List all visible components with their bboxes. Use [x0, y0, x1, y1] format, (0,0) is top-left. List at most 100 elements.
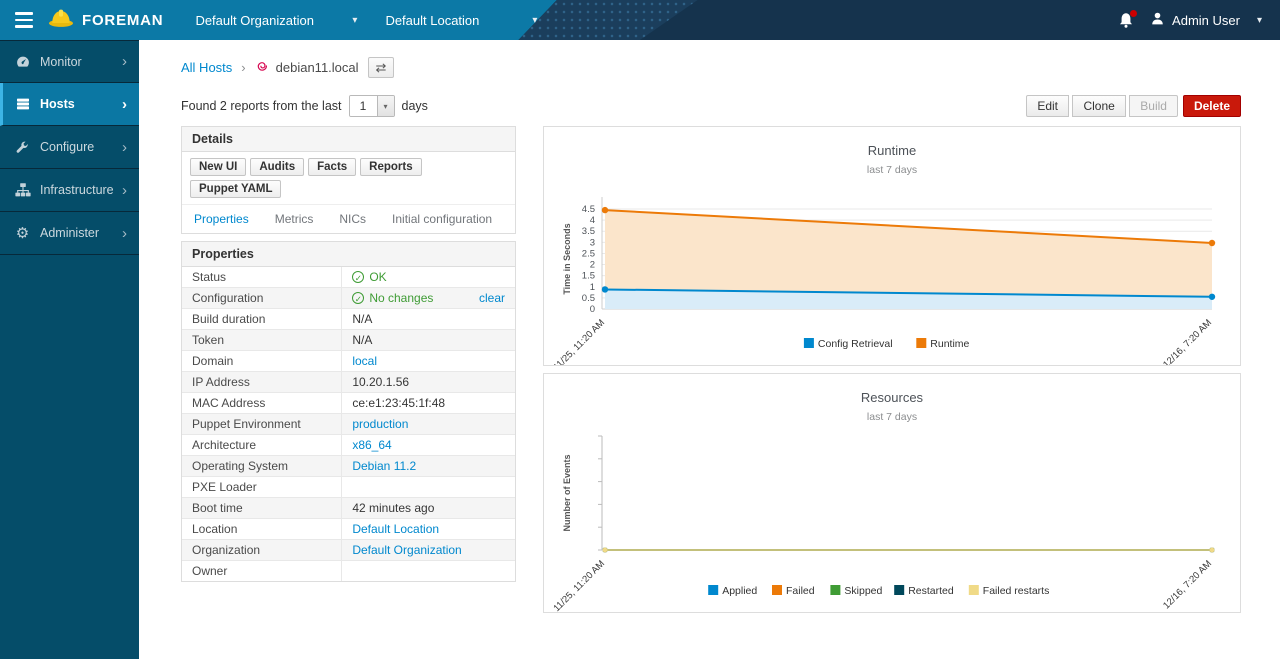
check-circle-icon: ✓	[352, 271, 364, 283]
breadcrumb-current-host: debian11.local	[276, 60, 359, 75]
sidebar-item-label: Monitor	[40, 55, 122, 69]
location-dropdown[interactable]: Default Location ▾	[375, 0, 547, 40]
domain-link[interactable]: local	[352, 354, 377, 368]
reports-text-after: days	[402, 99, 428, 113]
caret-down-icon: ▾	[1257, 15, 1262, 26]
user-menu-dropdown[interactable]: Admin User ▾	[1150, 11, 1262, 29]
svg-text:1: 1	[590, 282, 595, 293]
notifications-bell-icon[interactable]	[1118, 12, 1134, 29]
audits-button[interactable]: Audits	[250, 158, 304, 176]
status-badge: ✓OK	[352, 270, 386, 284]
svg-text:Skipped: Skipped	[844, 585, 882, 597]
puppet-yaml-button[interactable]: Puppet YAML	[190, 180, 281, 198]
new-ui-button[interactable]: New UI	[190, 158, 246, 176]
legend-item-restarted[interactable]: Restarted	[894, 585, 954, 597]
svg-text:1.5: 1.5	[582, 271, 595, 282]
delete-button[interactable]: Delete	[1183, 95, 1241, 117]
svg-text:Failed restarts: Failed restarts	[983, 585, 1050, 597]
svg-text:4: 4	[590, 215, 595, 226]
clone-button[interactable]: Clone	[1072, 95, 1125, 117]
legend-item-failed[interactable]: Failed	[772, 585, 815, 597]
chevron-right-icon: ›	[122, 140, 127, 155]
table-row-operating-system: Operating System Debian 11.2	[182, 456, 515, 477]
svg-text:Runtime: Runtime	[868, 143, 916, 158]
sidebar-item-monitor[interactable]: Monitor ›	[0, 40, 139, 83]
facts-button[interactable]: Facts	[308, 158, 356, 176]
svg-text:2: 2	[590, 260, 595, 271]
tab-initial-configuration[interactable]: Initial configuration	[391, 205, 493, 233]
organization-dropdown[interactable]: Default Organization ▾	[185, 0, 367, 40]
svg-text:12/16, 7:20 AM: 12/16, 7:20 AM	[1161, 558, 1214, 611]
table-row-status: Status ✓OK	[182, 267, 515, 288]
hamburger-menu-icon[interactable]	[0, 0, 48, 40]
svg-text:2.5: 2.5	[582, 248, 595, 259]
table-row-owner: Owner	[182, 561, 515, 582]
tab-metrics[interactable]: Metrics	[274, 205, 315, 233]
table-row-domain: Domain local	[182, 351, 515, 372]
legend-item-applied[interactable]: Applied	[708, 585, 757, 597]
reports-summary: Found 2 reports from the last 1 ▾ days	[181, 95, 428, 117]
table-row-organization: Organization Default Organization	[182, 540, 515, 561]
sidebar-item-infrastructure[interactable]: Infrastructure ›	[0, 169, 139, 212]
svg-text:Restarted: Restarted	[908, 585, 954, 597]
user-icon	[1150, 11, 1165, 29]
host-switcher-button[interactable]: ⇄	[368, 57, 395, 78]
operating-system-link[interactable]: Debian 11.2	[352, 459, 416, 473]
svg-text:Failed: Failed	[786, 585, 815, 597]
legend-item-failed-restarts[interactable]: Failed restarts	[969, 585, 1050, 597]
legend-item-skipped[interactable]: Skipped	[830, 585, 882, 597]
debian-swirl-icon	[255, 58, 270, 76]
properties-table: Status ✓OK Configuration ✓No changesclea…	[182, 267, 515, 581]
table-row-location: Location Default Location	[182, 519, 515, 540]
properties-panel: Properties Status ✓OK Configuration ✓No …	[181, 241, 516, 582]
chevron-right-icon: ›	[122, 226, 127, 241]
location-link[interactable]: Default Location	[352, 522, 439, 536]
architecture-link[interactable]: x86_64	[352, 438, 391, 452]
organization-label: Default Organization	[195, 13, 314, 28]
tab-properties[interactable]: Properties	[193, 205, 250, 233]
svg-text:0: 0	[590, 304, 595, 315]
legend-item-runtime[interactable]: Runtime	[916, 338, 969, 350]
edit-button[interactable]: Edit	[1026, 95, 1069, 117]
days-select-value: 1	[350, 96, 377, 116]
runtime-chart: Runtimelast 7 days00.511.522.533.544.5Ti…	[544, 127, 1240, 365]
reports-button[interactable]: Reports	[360, 158, 421, 176]
caret-down-icon: ▾	[377, 96, 394, 116]
svg-text:Resources: Resources	[861, 390, 924, 405]
organization-link[interactable]: Default Organization	[352, 543, 461, 557]
brand-name: FOREMAN	[82, 12, 163, 29]
top-navbar: FOREMAN Default Organization ▾ Default L…	[0, 0, 1280, 40]
svg-text:4.5: 4.5	[582, 204, 595, 215]
svg-text:3: 3	[590, 237, 595, 248]
sidebar-nav: Monitor › Hosts › Configure › Infrastruc…	[0, 40, 139, 659]
caret-down-icon: ▾	[352, 15, 357, 26]
check-circle-icon: ✓	[352, 292, 364, 304]
svg-text:Time in Seconds: Time in Seconds	[562, 223, 572, 294]
svg-text:Runtime: Runtime	[930, 338, 969, 350]
main-content: All Hosts › debian11.local ⇄ Found 2 rep…	[139, 40, 1280, 620]
table-row-token: Token N/A	[182, 330, 515, 351]
controls-row: Found 2 reports from the last 1 ▾ days E…	[181, 95, 1241, 117]
breadcrumb-all-hosts-link[interactable]: All Hosts	[181, 60, 232, 75]
days-select[interactable]: 1 ▾	[349, 95, 395, 117]
sidebar-item-configure[interactable]: Configure ›	[0, 126, 139, 169]
notification-badge	[1130, 10, 1137, 17]
table-row-ip-address: IP Address 10.20.1.56	[182, 372, 515, 393]
details-panel-title: Details	[182, 127, 515, 152]
legend-item-config-retrieval[interactable]: Config Retrieval	[804, 338, 893, 350]
puppet-environment-link[interactable]: production	[352, 417, 408, 431]
wrench-icon	[14, 139, 31, 155]
sidebar-item-hosts[interactable]: Hosts ›	[0, 83, 139, 126]
sidebar-item-administer[interactable]: ⚙ Administer ›	[0, 212, 139, 255]
sidebar-item-label: Administer	[40, 226, 122, 240]
sidebar-item-label: Infrastructure	[40, 183, 122, 197]
build-button[interactable]: Build	[1129, 95, 1178, 117]
chevron-right-icon: ›	[122, 183, 127, 198]
location-label: Default Location	[385, 13, 479, 28]
clear-link[interactable]: clear	[479, 291, 505, 305]
properties-panel-title: Properties	[182, 242, 515, 267]
sitemap-icon	[14, 182, 31, 198]
details-buttons: New UI Audits Facts Reports Puppet YAML	[182, 152, 515, 204]
foreman-brand[interactable]: FOREMAN	[48, 8, 163, 33]
tab-nics[interactable]: NICs	[338, 205, 367, 233]
